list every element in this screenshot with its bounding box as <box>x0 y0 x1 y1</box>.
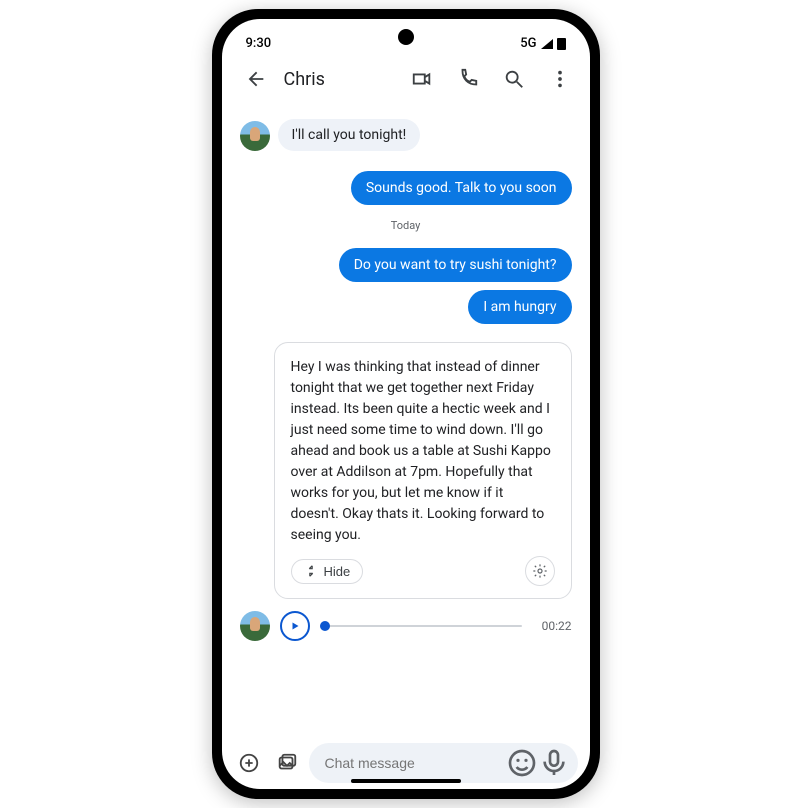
message-outgoing: I am hungry <box>240 290 572 324</box>
play-button[interactable] <box>280 611 310 641</box>
gallery-icon <box>276 752 298 774</box>
transcript-settings-button[interactable] <box>525 556 555 586</box>
back-button[interactable] <box>236 59 276 99</box>
status-clock: 9:30 <box>246 36 272 51</box>
plus-circle-icon <box>238 752 260 774</box>
device-frame: 9:30 5G Chris <box>212 9 600 799</box>
message-outgoing: Sounds good. Talk to you soon <box>240 171 572 205</box>
message-bubble[interactable]: Do you want to try sushi tonight? <box>339 248 572 282</box>
audio-duration: 00:22 <box>532 619 572 633</box>
battery-icon <box>557 38 566 50</box>
video-camera-icon <box>411 68 433 90</box>
play-icon <box>289 620 301 632</box>
home-indicator[interactable] <box>351 779 461 783</box>
more-vert-icon <box>549 68 571 90</box>
emoji-button[interactable] <box>506 747 538 779</box>
audio-track[interactable] <box>320 615 522 637</box>
emoji-icon <box>506 747 538 779</box>
message-outgoing: Do you want to try sushi tonight? <box>240 248 572 282</box>
message-bubble[interactable]: I am hungry <box>468 290 571 324</box>
add-attachment-button[interactable] <box>234 745 266 781</box>
arrow-left-icon <box>245 68 267 90</box>
gear-icon <box>532 563 548 579</box>
search-button[interactable] <box>494 59 534 99</box>
gallery-button[interactable] <box>271 745 303 781</box>
message-bubble[interactable]: Sounds good. Talk to you soon <box>351 171 572 205</box>
voice-call-button[interactable] <box>448 59 488 99</box>
search-icon <box>503 68 525 90</box>
phone-icon <box>457 68 479 90</box>
transcript-text: Hey I was thinking that instead of dinne… <box>291 357 555 546</box>
avatar[interactable] <box>240 121 270 151</box>
day-separator: Today <box>240 219 572 232</box>
status-network: 5G <box>520 36 536 51</box>
message-incoming: I'll call you tonight! <box>240 119 572 151</box>
signal-icon <box>541 39 553 49</box>
collapse-icon <box>304 564 318 578</box>
conversation-title: Chris <box>284 69 325 90</box>
message-bubble[interactable]: I'll call you tonight! <box>278 119 421 151</box>
conversation[interactable]: I'll call you tonight! Sounds good. Talk… <box>222 105 590 737</box>
voice-transcript-card: Hey I was thinking that instead of dinne… <box>274 342 572 599</box>
voice-message: 00:22 <box>240 611 572 641</box>
front-camera <box>398 29 414 45</box>
app-bar: Chris <box>222 53 590 105</box>
more-button[interactable] <box>540 59 580 99</box>
hide-label: Hide <box>324 564 351 579</box>
message-input[interactable] <box>325 755 506 771</box>
voice-input-button[interactable] <box>538 747 570 779</box>
hide-transcript-button[interactable]: Hide <box>291 559 364 584</box>
microphone-icon <box>538 747 570 779</box>
playhead[interactable] <box>320 621 330 631</box>
video-call-button[interactable] <box>402 59 442 99</box>
avatar[interactable] <box>240 611 270 641</box>
message-input-container <box>309 743 578 783</box>
